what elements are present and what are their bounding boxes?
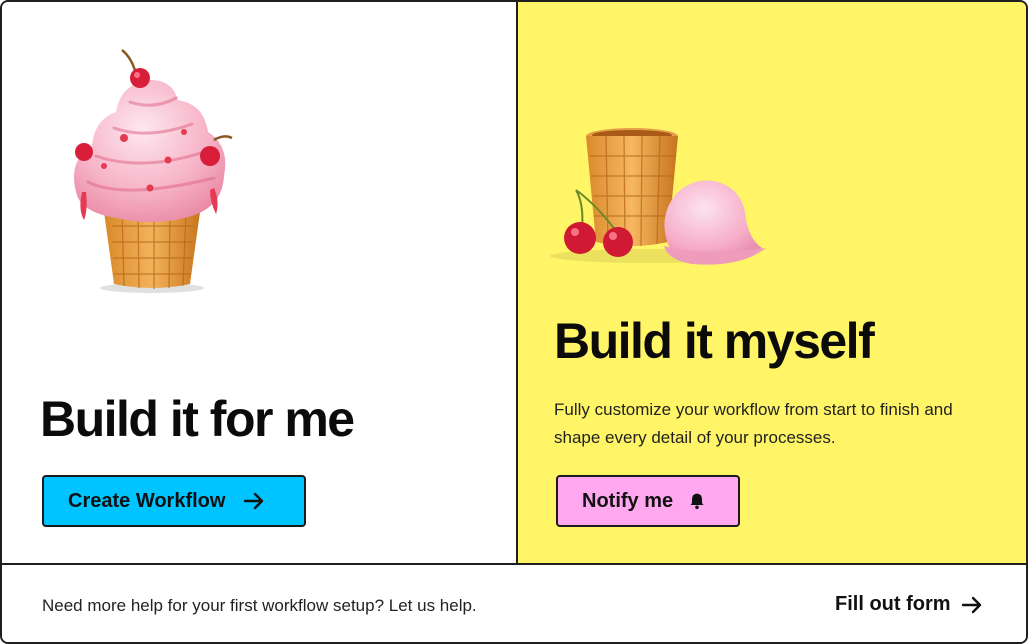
fill-out-form-label: Fill out form [835, 593, 951, 615]
notify-me-button[interactable]: Notify me [556, 475, 740, 527]
notify-me-label: Notify me [582, 489, 674, 512]
create-workflow-button[interactable]: Create Workflow [42, 475, 306, 527]
help-text: Need more help for your first workflow s… [42, 596, 477, 615]
arrow-right-icon [243, 492, 265, 510]
build-myself-description: Fully customize your workflow from start… [554, 400, 953, 447]
build-myself-heading: Build it myself [554, 313, 875, 369]
help-footer: Need more help for your first workflow s… [2, 563, 1026, 642]
workflow-choice-card: Build it for me Create Workflow Build it… [0, 0, 1028, 644]
create-workflow-label: Create Workflow [68, 489, 226, 512]
build-for-me-panel: Build it for me Create Workflow [2, 2, 516, 563]
fill-out-form-link[interactable]: Fill out form [835, 593, 983, 616]
bell-icon [689, 492, 705, 510]
build-for-me-heading: Build it for me [40, 391, 355, 447]
build-myself-panel: Build it myself Fully customize your wor… [516, 2, 1026, 563]
waffle-cone-scoop-illustration [540, 124, 770, 274]
ice-cream-cone-illustration [64, 42, 239, 294]
arrow-right-icon [961, 596, 983, 614]
